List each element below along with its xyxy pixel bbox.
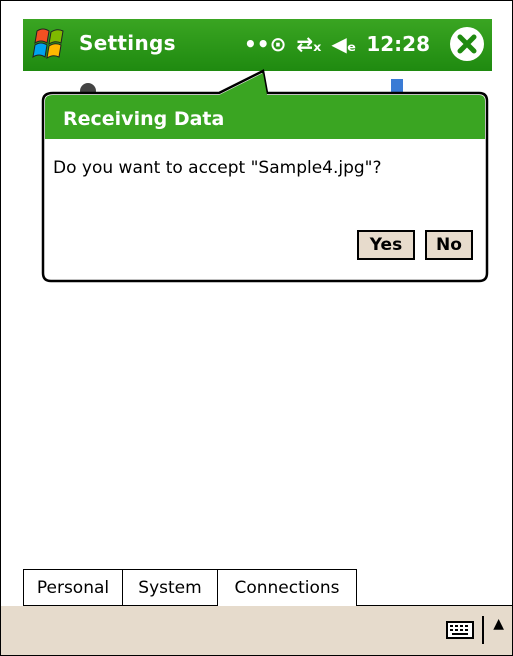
tab-connections[interactable]: Connections xyxy=(217,569,357,606)
yes-button[interactable]: Yes xyxy=(357,230,415,260)
menu-separator xyxy=(482,616,484,644)
tab-personal[interactable]: Personal xyxy=(23,569,123,605)
tab-strip-filler xyxy=(356,569,512,605)
status-area: ••⊙ ⇄ₓ ◀ₑ 12:28 xyxy=(244,32,430,56)
notification-message: Do you want to accept "Sample4.jpg"? xyxy=(53,158,382,178)
window-title: Settings xyxy=(79,31,176,55)
settings-item-icon xyxy=(77,77,99,99)
windows-start-icon[interactable] xyxy=(31,25,71,63)
menu-bar: ▲ xyxy=(1,606,512,655)
no-button[interactable]: No xyxy=(425,230,473,260)
up-arrow-icon[interactable]: ▲ xyxy=(493,616,504,632)
keyboard-icon[interactable] xyxy=(446,620,474,640)
settings-item-icon xyxy=(385,77,407,97)
notification-title: Receiving Data xyxy=(63,108,225,130)
network-icon[interactable]: ⇄ₓ xyxy=(296,34,321,54)
volume-icon[interactable]: ◀ₑ xyxy=(331,34,356,54)
device-screen: Settings ••⊙ ⇄ₓ ◀ₑ 12:28 Receiving Data … xyxy=(0,0,513,656)
tab-system[interactable]: System xyxy=(122,569,218,605)
clock[interactable]: 12:28 xyxy=(366,32,430,56)
title-bar: Settings ••⊙ ⇄ₓ ◀ₑ 12:28 xyxy=(23,19,492,71)
close-icon[interactable] xyxy=(450,27,484,61)
connectivity-icon[interactable]: ••⊙ xyxy=(244,34,286,54)
